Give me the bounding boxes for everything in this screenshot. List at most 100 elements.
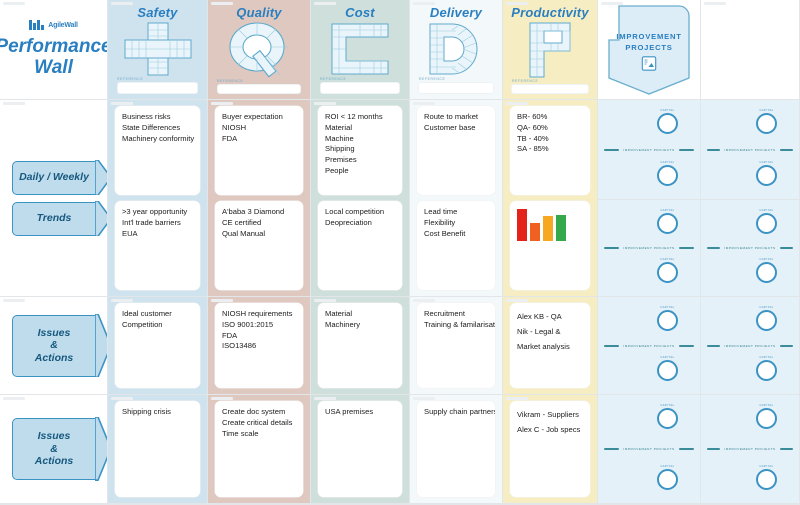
note-card[interactable]: Business risks State Differences Machine… (115, 106, 200, 195)
note-card[interactable]: >3 year opportunity Int'l trade barriers… (115, 201, 200, 290)
improvement-tile[interactable]: CAPITAL IMPROVEMENT PROJECTS CAPITAL (598, 297, 701, 395)
note-card[interactable]: Shipping crisis (115, 401, 200, 497)
note-line: QA- 60% (517, 122, 548, 132)
column-title-quality: Quality (236, 5, 282, 20)
note-card[interactable]: Material Machinery (318, 303, 402, 388)
note-card[interactable]: BR- 60% QA- 60% TB - 40% SA - 85% (510, 106, 590, 195)
note-card[interactable]: Supply chain partners (417, 401, 495, 497)
column-title-productivity: Productivity (511, 5, 589, 20)
cost-c-icon (311, 21, 409, 77)
note-card[interactable]: Create doc system Create critical detail… (215, 401, 303, 497)
capital-gauge-icon: CAPITAL (756, 355, 777, 381)
improvement-tile[interactable]: CAPITAL IMPROVEMENT PROJECTS CAPITAL (701, 100, 800, 200)
cell-productivity-issues-2: Vikram - Suppliers Alex C - Job specs (503, 395, 598, 504)
improvement-tile[interactable]: CAPITAL IMPROVEMENT PROJECTS CAPITAL (598, 200, 701, 297)
reference-label-cost: REFERENCE (320, 77, 347, 81)
gauge-caption: CAPITAL (759, 160, 774, 164)
note-card[interactable]: A'baba 3 Diamond CE certified Qual Manua… (215, 201, 303, 290)
reference-box-safety[interactable] (116, 82, 199, 94)
improvement-tile-label: IMPROVEMENT PROJECTS (724, 447, 776, 451)
improvement-tile-label: IMPROVEMENT PROJECTS (724, 147, 776, 152)
divider (678, 247, 694, 249)
reference-box-cost[interactable] (319, 82, 401, 94)
note-line: Nik - Legal & (517, 327, 561, 337)
reference-box-quality[interactable] (217, 84, 301, 94)
gauge-caption: CAPITAL (660, 208, 675, 212)
row-label-issues-actions-2: Issues & Actions (0, 395, 108, 504)
note-card[interactable]: Alex KB - QA Nik - Legal & Market analys… (510, 303, 590, 388)
row-label-chevron[interactable]: Issues & Actions (11, 417, 107, 481)
reference-box-productivity[interactable] (511, 84, 589, 94)
banner-text: IMPROVEMENT PROJECTS (616, 31, 681, 53)
note-line: Lead time (424, 207, 458, 216)
reference-label-safety: REFERENCE (117, 77, 144, 81)
row-label-daily-weekly[interactable]: Daily / Weekly (11, 159, 107, 196)
note-card[interactable]: ROI < 12 months Material Machine Shippin… (318, 106, 402, 195)
row-label-daily-weekly-text: Daily / Weekly (19, 171, 89, 184)
note-card[interactable]: Recruitment Training & familarisation (417, 303, 495, 388)
gauge-caption: CAPITAL (759, 305, 774, 309)
page-title-line2: Wall (34, 57, 73, 78)
row-label-issues-actions-1: Issues & Actions (0, 297, 108, 395)
improvement-tile[interactable]: CAPITAL IMPROVEMENT PROJECTS CAPITAL (701, 200, 800, 297)
gauge-caption: CAPITAL (660, 257, 675, 261)
note-card[interactable]: Buyer expectation NIOSH FDA (215, 106, 303, 195)
capital-gauge-icon: CAPITAL (657, 464, 678, 490)
note-line: ISO13486 (222, 341, 257, 351)
agilewall-logo-icon (29, 20, 45, 31)
improvement-projects-banner: IMPROVEMENT PROJECTS (598, 0, 701, 100)
improvement-tile[interactable]: CAPITAL IMPROVEMENT PROJECTS CAPITAL (598, 395, 701, 504)
note-line: Competition (122, 319, 163, 329)
note-card[interactable]: NIOSH requirements ISO 9001:2015 FDA ISO… (215, 303, 303, 388)
column-title-safety: Safety (137, 5, 178, 20)
logo-wordmark: AgileWall (48, 21, 78, 29)
note-line: USA premises (325, 407, 374, 416)
capital-gauge-icon: CAPITAL (756, 160, 777, 186)
note-line: People (325, 165, 349, 175)
divider (707, 344, 721, 347)
improvement-tile[interactable]: CAPITAL IMPROVEMENT PROJECTS CAPITAL (598, 100, 701, 200)
note-line: Material (325, 122, 353, 132)
note-line: Alex C - Job specs (517, 425, 581, 435)
note-line: TB - 40% (517, 133, 549, 143)
cell-productivity-issues-1: Alex KB - QA Nik - Legal & Market analys… (503, 297, 598, 395)
divider (604, 344, 620, 347)
reference-box-delivery[interactable] (418, 82, 494, 94)
note-card[interactable]: USA premises (318, 401, 402, 497)
gauge-caption: CAPITAL (660, 355, 675, 359)
note-line: FDA (222, 133, 238, 143)
note-line: Qual Manual (222, 228, 266, 238)
gauge-caption: CAPITAL (660, 403, 675, 407)
note-card[interactable]: Vikram - Suppliers Alex C - Job specs (510, 401, 590, 497)
divider (707, 448, 721, 450)
row-label-chevron[interactable]: Issues & Actions (11, 313, 107, 378)
divider (678, 344, 694, 347)
note-card[interactable]: Local competition Deopreciation (318, 201, 402, 290)
improvement-tile-label: IMPROVEMENT PROJECTS (623, 343, 675, 348)
cell-safety-issues-1: Ideal customer Competition (108, 297, 208, 395)
cell-delivery-daily-trends: Route to market Customer base Lead time … (410, 100, 503, 297)
cell-quality-issues-1: NIOSH requirements ISO 9001:2015 FDA ISO… (208, 297, 311, 395)
improvement-tile-label: IMPROVEMENT PROJECTS (623, 447, 675, 451)
note-card[interactable]: Ideal customer Competition (115, 303, 200, 388)
note-card[interactable]: Route to market Customer base (417, 106, 495, 195)
divider (604, 247, 620, 249)
note-line: Ideal customer (122, 309, 172, 318)
banner-line1: IMPROVEMENT (616, 31, 682, 41)
row-label-trends[interactable]: Trends (11, 200, 107, 237)
note-line: Create doc system (222, 407, 286, 416)
note-card[interactable]: Lead time Flexibility Cost Benefit (417, 201, 495, 290)
gauge-caption: CAPITAL (759, 208, 774, 212)
quality-q-icon (208, 21, 310, 79)
note-card-chart[interactable] (510, 201, 590, 290)
divider (604, 148, 620, 151)
banner-line2: PROJECTS (625, 42, 673, 52)
note-line: Machine (325, 133, 354, 143)
improvement-tile[interactable]: CAPITAL IMPROVEMENT PROJECTS CAPITAL (701, 297, 800, 395)
row-label-trends-text: Trends (36, 212, 72, 225)
gauge-caption: CAPITAL (660, 108, 675, 112)
improvement-tile[interactable]: CAPITAL IMPROVEMENT PROJECTS CAPITAL (701, 395, 800, 504)
cell-cost-issues-2: USA premises (311, 395, 410, 504)
note-line: >3 year opportunity (122, 207, 188, 216)
divider (707, 247, 721, 249)
